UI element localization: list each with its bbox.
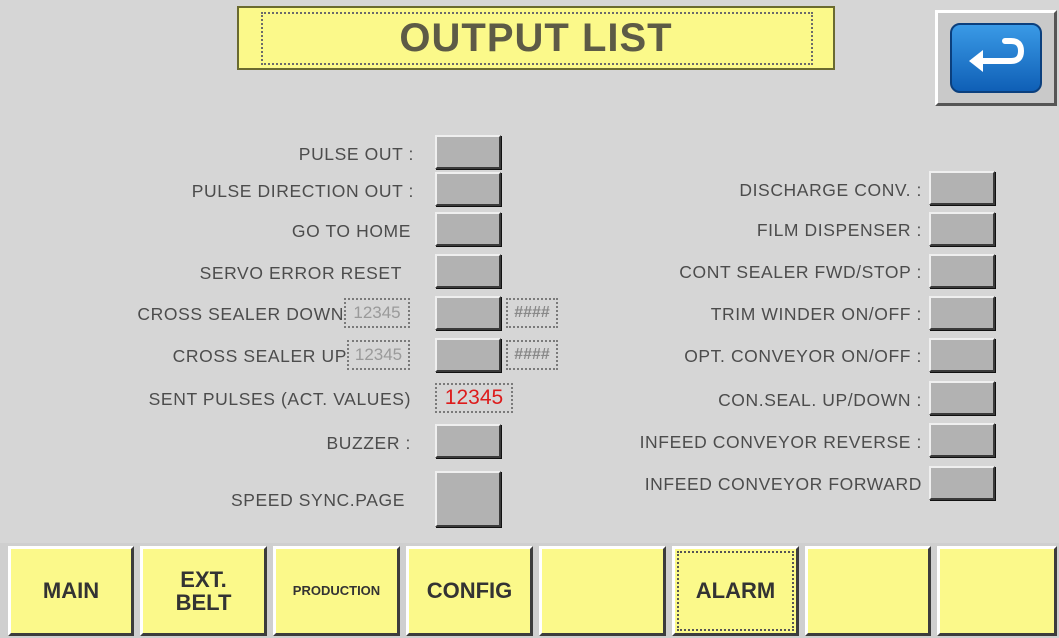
cross-sealer-down-hash: #### [506, 298, 558, 328]
label-cont-sealer-fwd-stop: CONT SEALER FWD/STOP : [679, 262, 922, 282]
label-con-seal-up-down: CON.SEAL. UP/DOWN : [718, 390, 922, 410]
label-infeed-conveyor-forward: INFEED CONVEYOR FORWARD [644, 474, 922, 494]
speed-sync-page-button[interactable] [435, 471, 501, 527]
film-dispenser-button[interactable] [929, 212, 995, 246]
go-to-home-button[interactable] [435, 212, 501, 246]
nav-empty-button-1[interactable] [539, 546, 666, 636]
label-cross-sealer-down: CROSS SEALER DOWN [137, 304, 344, 324]
buzzer-button[interactable] [435, 424, 501, 458]
cross-sealer-down-button[interactable] [435, 296, 501, 330]
label-servo-error-reset: SERVO ERROR RESET [199, 263, 402, 283]
nav-alarm-button[interactable]: ALARM [672, 546, 799, 636]
label-trim-winder: TRIM WINDER ON/OFF : [710, 304, 922, 324]
nav-alarm-label: ALARM [695, 578, 776, 604]
nav-ext-belt-button[interactable]: EXT. BELT [140, 546, 267, 636]
return-arrow-icon [950, 23, 1042, 93]
pulse-out-button[interactable] [435, 135, 501, 169]
cross-sealer-up-hash: #### [506, 340, 558, 370]
page-title: OUTPUT LIST [399, 15, 673, 60]
title-banner: OUTPUT LIST [237, 6, 835, 70]
pulse-direction-out-button[interactable] [435, 172, 501, 206]
label-speed-sync-page: SPEED SYNC.PAGE [230, 490, 405, 510]
cross-sealer-up-value: 12345 [347, 340, 410, 370]
infeed-conveyor-forward-button[interactable] [929, 466, 995, 500]
label-sent-pulses: SENT PULSES (ACT. VALUES) [148, 389, 411, 409]
nav-empty-button-2[interactable] [805, 546, 931, 636]
label-pulse-out: PULSE OUT : [298, 144, 414, 164]
label-pulse-direction-out: PULSE DIRECTION OUT : [191, 181, 414, 201]
opt-conveyor-button[interactable] [929, 338, 995, 372]
back-button[interactable] [935, 10, 1057, 106]
nav-main-button[interactable]: MAIN [8, 546, 134, 636]
label-opt-conveyor: OPT. CONVEYOR ON/OFF : [684, 346, 922, 366]
label-infeed-conveyor-reverse: INFEED CONVEYOR REVERSE : [639, 432, 922, 452]
discharge-conv-button[interactable] [929, 171, 995, 205]
label-film-dispenser: FILM DISPENSER : [756, 220, 922, 240]
nav-config-label: CONFIG [426, 578, 513, 604]
nav-production-label: PRODUCTION [292, 583, 381, 599]
cross-sealer-up-button[interactable] [435, 338, 501, 372]
cross-sealer-down-value: 12345 [344, 298, 410, 328]
nav-ext-belt-label: EXT. BELT [175, 566, 232, 615]
label-cross-sealer-up: CROSS SEALER UP [172, 346, 347, 366]
label-discharge-conv: DISCHARGE CONV. : [739, 180, 922, 200]
label-go-to-home: GO TO HOME [291, 221, 411, 241]
nav-empty-button-3[interactable] [937, 546, 1057, 636]
sent-pulses-value: 12345 [435, 383, 513, 413]
nav-production-button[interactable]: PRODUCTION [273, 546, 400, 636]
output-list-screen: OUTPUT LIST PULSE OUT : PULSE DIRECTION … [0, 0, 1059, 638]
label-buzzer: BUZZER : [326, 433, 411, 453]
con-seal-up-down-button[interactable] [929, 381, 995, 415]
servo-error-reset-button[interactable] [435, 254, 501, 288]
cont-sealer-fwd-stop-button[interactable] [929, 254, 995, 288]
trim-winder-button[interactable] [929, 296, 995, 330]
nav-config-button[interactable]: CONFIG [406, 546, 533, 636]
infeed-conveyor-reverse-button[interactable] [929, 423, 995, 457]
nav-main-label: MAIN [42, 578, 100, 604]
